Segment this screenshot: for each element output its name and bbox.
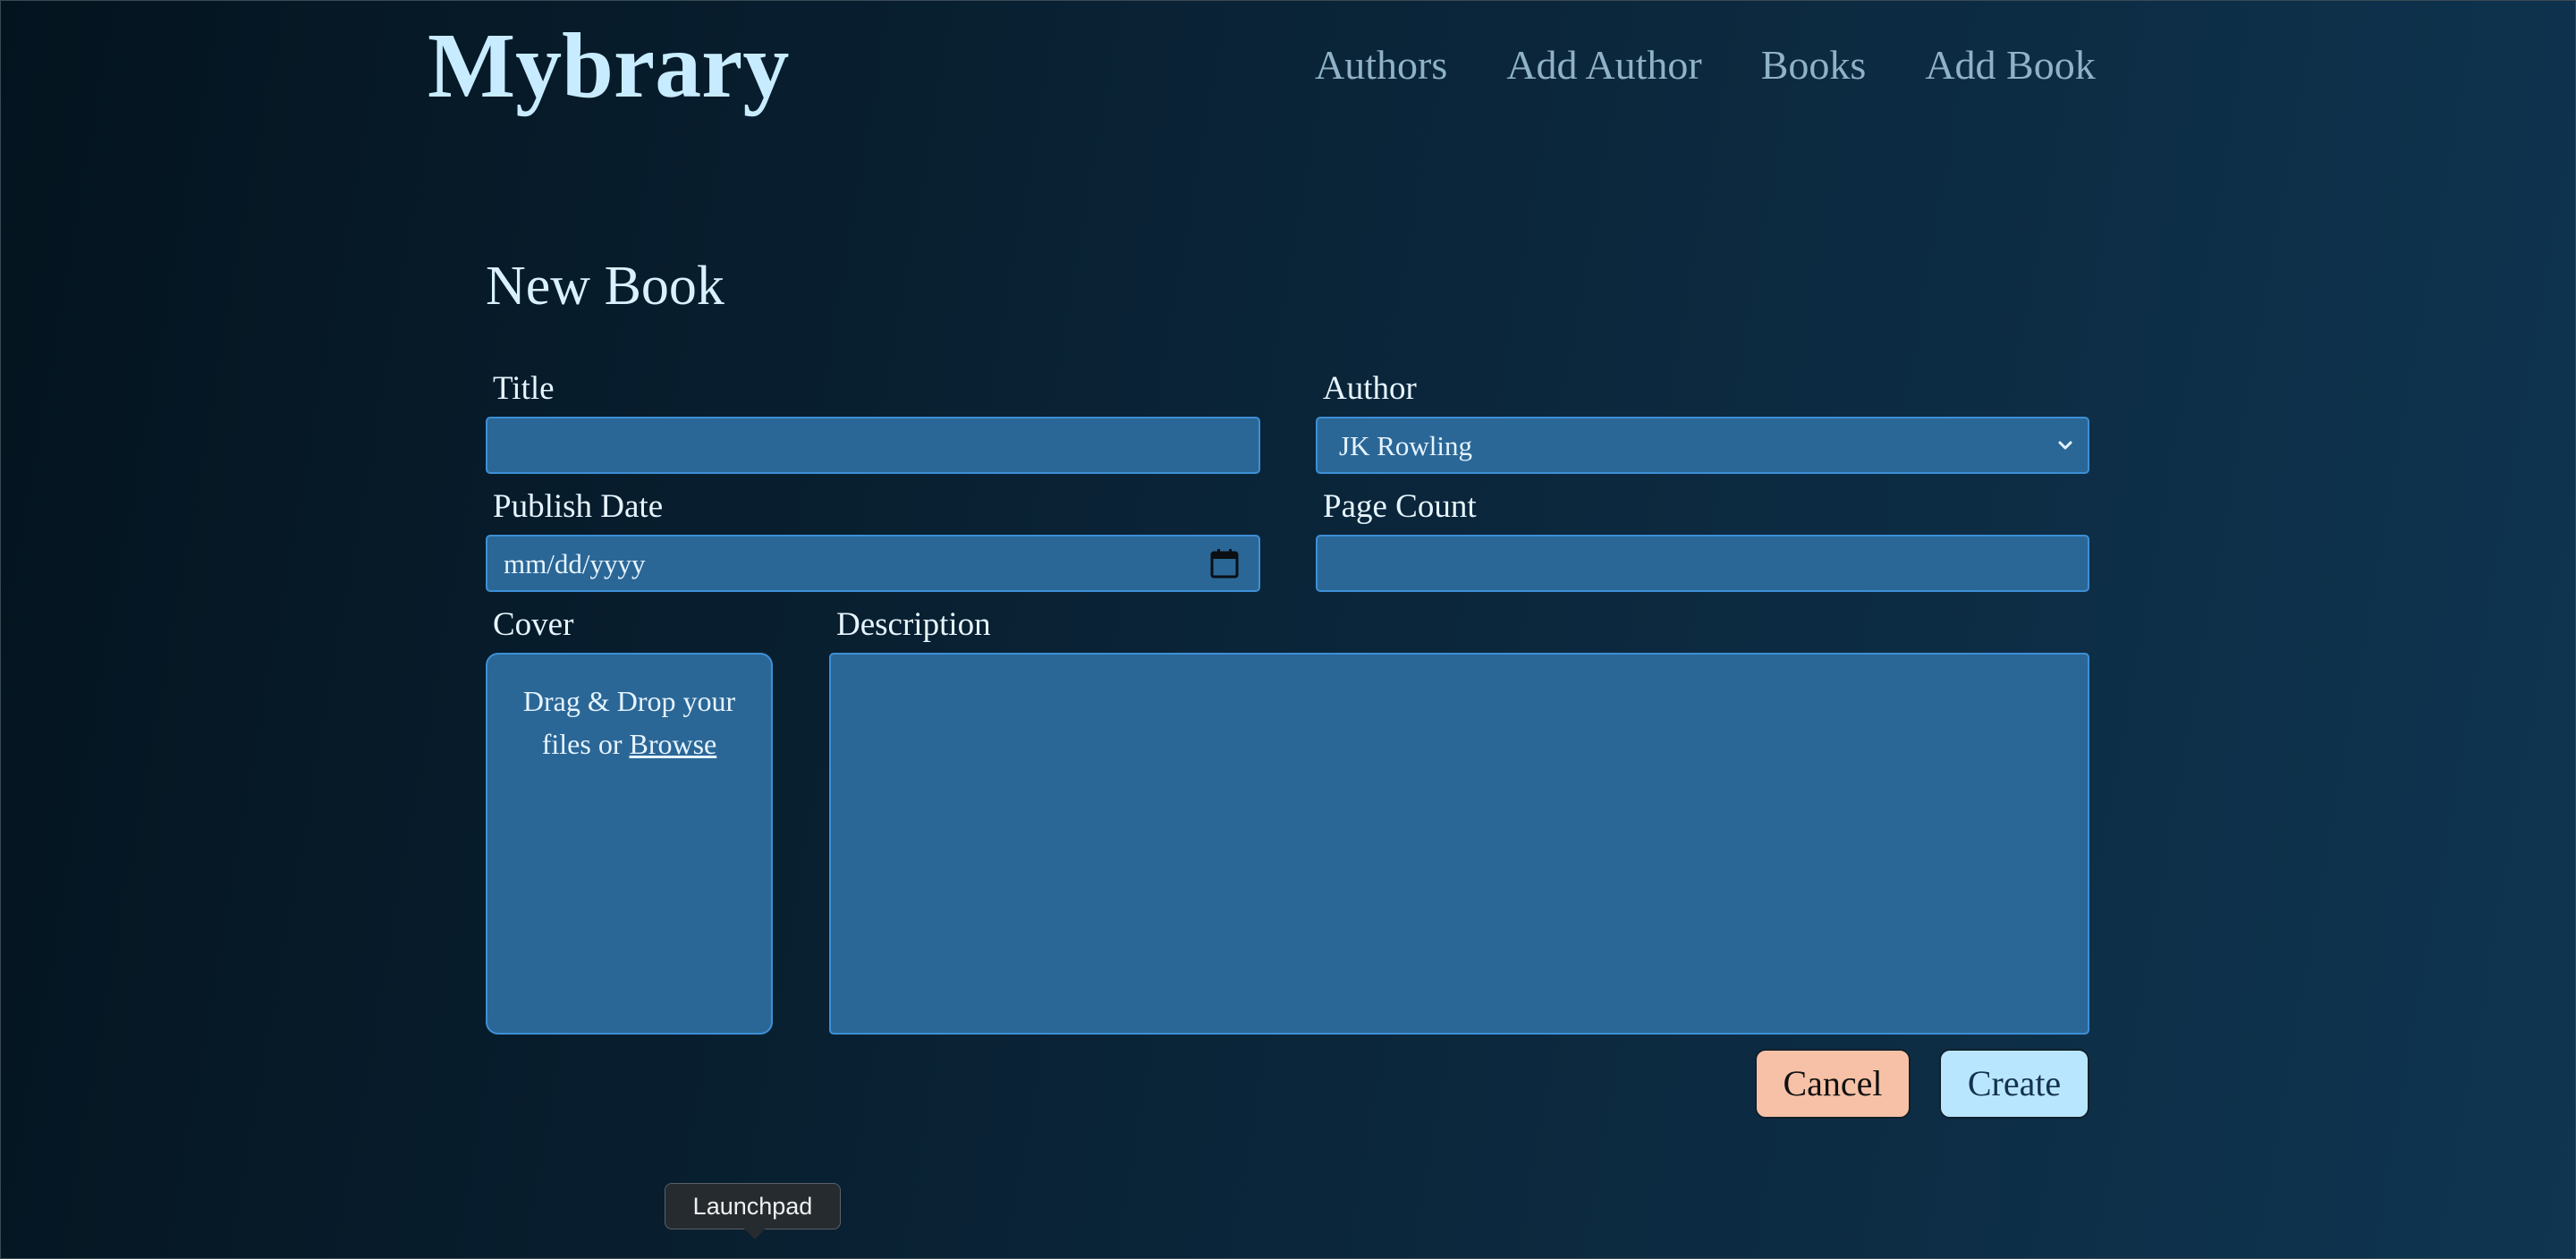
main-nav: Authors Add Author Books Add Book	[1315, 36, 2096, 95]
nav-authors-link[interactable]: Authors	[1315, 36, 1447, 95]
page-title: New Book	[486, 256, 724, 317]
nav-add-book-link[interactable]: Add Book	[1925, 36, 2095, 95]
publish-date-label: Publish Date	[493, 488, 664, 525]
publish-date-placeholder: mm/dd/yyyy	[504, 548, 646, 579]
cancel-button[interactable]: Cancel	[1755, 1049, 1911, 1119]
page-count-input[interactable]	[1316, 535, 2089, 592]
author-select[interactable]: JK Rowling	[1316, 417, 2089, 474]
nav-books-link[interactable]: Books	[1761, 36, 1867, 95]
window-frame	[0, 0, 2576, 1259]
title-label: Title	[493, 370, 555, 407]
launchpad-tooltip: Launchpad	[665, 1183, 841, 1229]
tooltip-arrow	[744, 1229, 766, 1239]
nav-add-author-link[interactable]: Add Author	[1506, 36, 1702, 95]
publish-date-input[interactable]: mm/dd/yyyy	[486, 535, 1260, 592]
author-select-value: JK Rowling	[1339, 430, 1472, 461]
create-button[interactable]: Create	[1939, 1049, 2089, 1119]
page-count-label: Page Count	[1323, 488, 1477, 525]
title-input[interactable]	[486, 417, 1260, 474]
description-textarea[interactable]	[829, 653, 2089, 1035]
author-label: Author	[1323, 370, 1417, 407]
cover-drop-zone[interactable]: Drag & Drop your files or Browse	[486, 653, 773, 1035]
site-logo[interactable]: Mybrary	[428, 13, 789, 120]
chevron-down-icon	[2058, 441, 2072, 450]
cover-label: Cover	[493, 606, 574, 643]
description-label: Description	[836, 606, 991, 643]
cover-drop-text: Drag & Drop your files or Browse	[487, 680, 771, 765]
cover-browse-link[interactable]: Browse	[629, 728, 716, 760]
calendar-icon[interactable]	[1210, 548, 1239, 579]
